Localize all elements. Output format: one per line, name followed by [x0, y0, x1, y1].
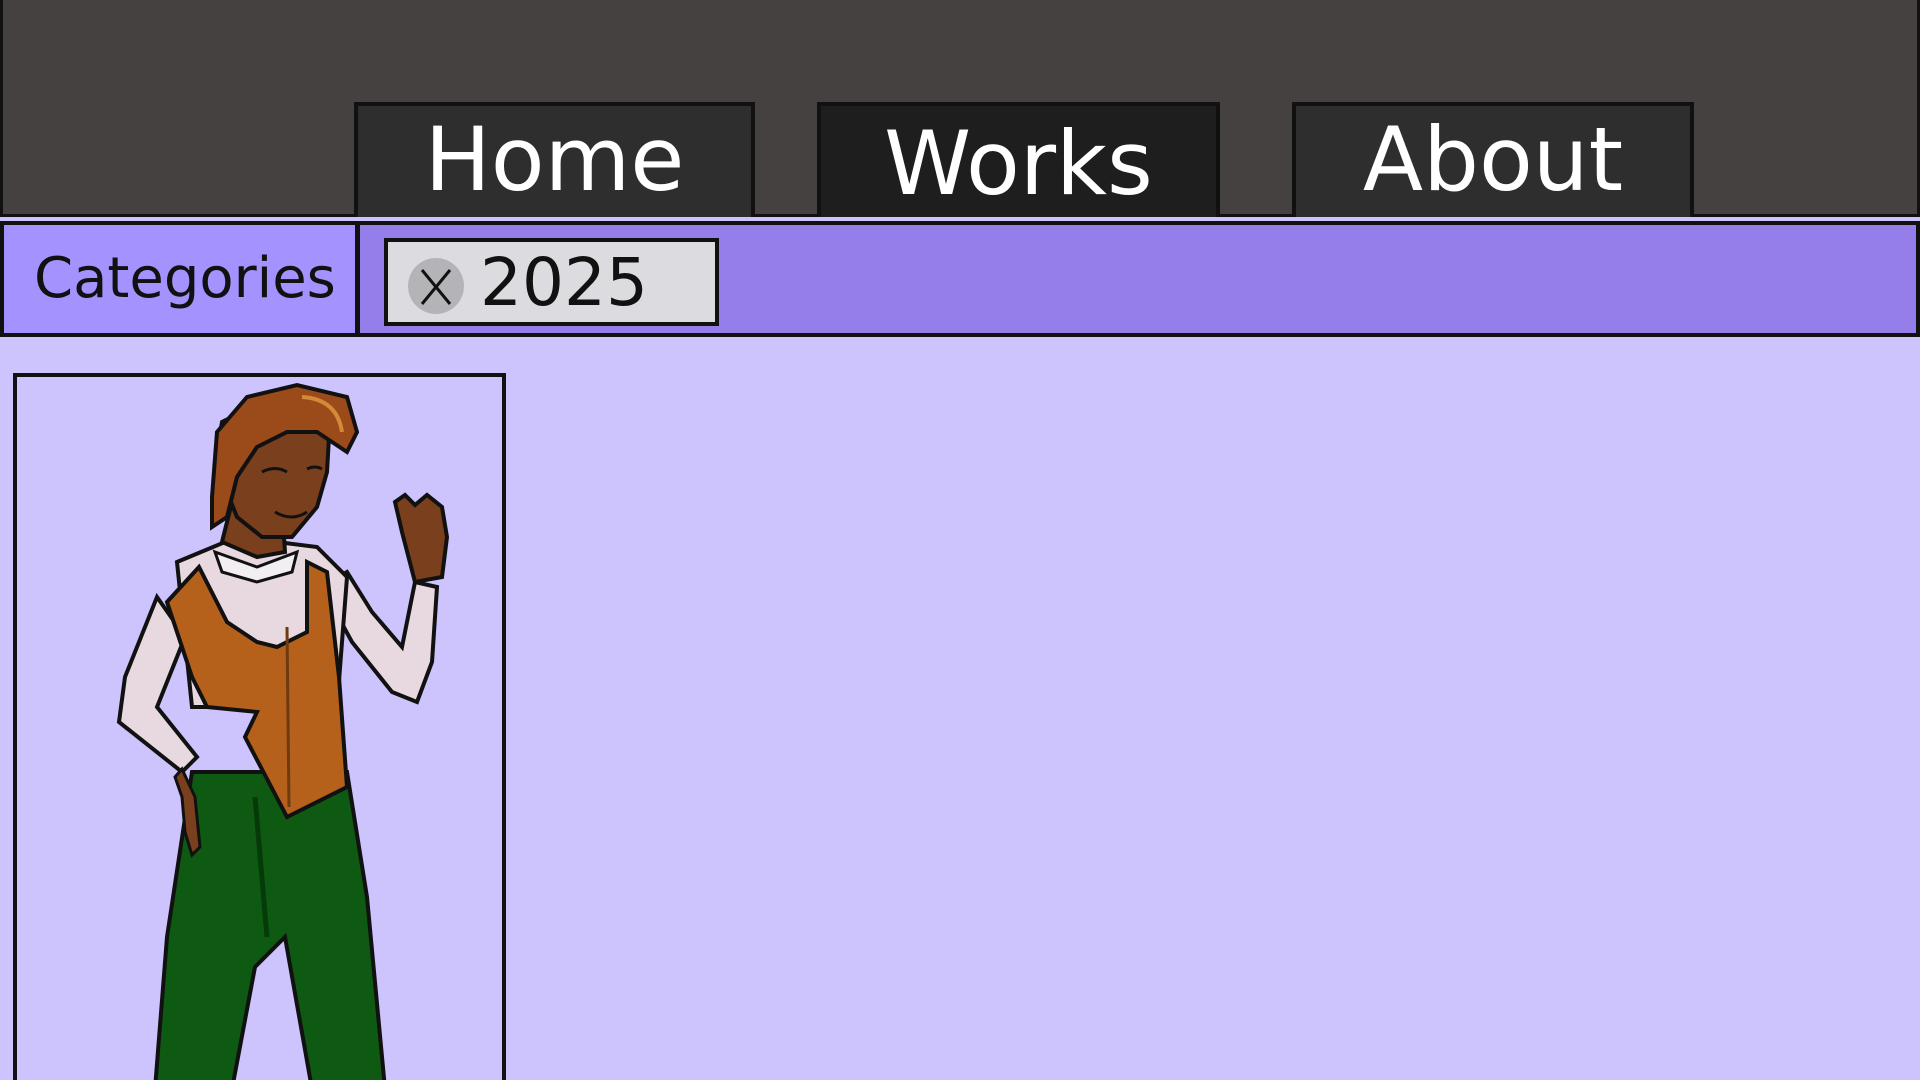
categories-label: Categories	[4, 225, 360, 333]
remove-filter-icon[interactable]	[408, 258, 464, 314]
chip-label: 2025	[480, 244, 648, 321]
nav-about-button[interactable]: About	[1292, 102, 1694, 217]
category-chip-2025[interactable]: 2025	[384, 238, 719, 326]
nav-home-button[interactable]: Home	[354, 102, 755, 217]
nav-works-button[interactable]: Works	[817, 102, 1220, 217]
category-filter-bar: Categories 2025	[0, 221, 1920, 337]
top-header: Home Works About	[0, 0, 1920, 217]
character-illustration	[116, 382, 450, 1080]
gallery-item[interactable]	[13, 373, 506, 1080]
